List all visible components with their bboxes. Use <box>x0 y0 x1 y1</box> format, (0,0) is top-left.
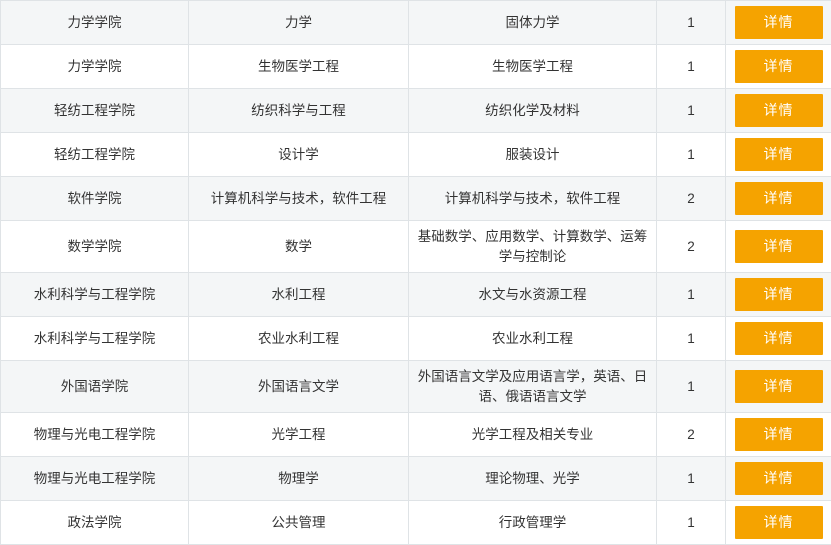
cell-college: 力学学院 <box>1 1 189 45</box>
cell-discipline: 生物医学工程 <box>189 45 409 89</box>
cell-action: 详情 <box>726 361 831 413</box>
cell-college: 水利科学与工程学院 <box>1 317 189 361</box>
cell-discipline: 光学工程 <box>189 413 409 457</box>
detail-button[interactable]: 详情 <box>735 370 823 403</box>
cell-college: 物理与光电工程学院 <box>1 413 189 457</box>
cell-major: 行政管理学 <box>409 501 657 545</box>
cell-count: 1 <box>657 273 726 317</box>
cell-count: 1 <box>657 45 726 89</box>
detail-button[interactable]: 详情 <box>735 6 823 39</box>
cell-major: 固体力学 <box>409 1 657 45</box>
cell-major: 光学工程及相关专业 <box>409 413 657 457</box>
table-row: 物理与光电工程学院物理学理论物理、光学1 详情 <box>1 457 831 501</box>
cell-discipline: 计算机科学与技术，软件工程 <box>189 177 409 221</box>
cell-major: 服装设计 <box>409 133 657 177</box>
detail-button[interactable]: 详情 <box>735 50 823 83</box>
cell-count: 1 <box>657 89 726 133</box>
cell-discipline: 公共管理 <box>189 501 409 545</box>
cell-discipline: 外国语言文学 <box>189 361 409 413</box>
cell-major: 纺织化学及材料 <box>409 89 657 133</box>
detail-button[interactable]: 详情 <box>735 322 823 355</box>
cell-action: 详情 <box>726 413 831 457</box>
cell-discipline: 水利工程 <box>189 273 409 317</box>
cell-action: 详情 <box>726 177 831 221</box>
cell-major: 理论物理、光学 <box>409 457 657 501</box>
detail-button[interactable]: 详情 <box>735 182 823 215</box>
cell-count: 2 <box>657 177 726 221</box>
table-row: 水利科学与工程学院农业水利工程农业水利工程1详情 <box>1 317 831 361</box>
detail-button[interactable]: 详情 <box>735 418 823 451</box>
cell-count: 2 <box>657 221 726 273</box>
detail-button[interactable]: 详情 <box>735 230 823 263</box>
cell-major: 基础数学、应用数学、计算数学、运筹学与控制论 <box>409 221 657 273</box>
cell-major: 外国语言文学及应用语言学，英语、日语、俄语语言文学 <box>409 361 657 413</box>
cell-college: 软件学院 <box>1 177 189 221</box>
table-row: 力学学院生物医学工程生物医学工程1详情 <box>1 45 831 89</box>
table-row: 政法学院公共管理行政管理学1 详情 <box>1 501 831 545</box>
table-row: 数学学院数学基础数学、应用数学、计算数学、运筹学与控制论2 详情 <box>1 221 831 273</box>
cell-major: 生物医学工程 <box>409 45 657 89</box>
cell-discipline: 纺织科学与工程 <box>189 89 409 133</box>
cell-college: 水利科学与工程学院 <box>1 273 189 317</box>
cell-action: 详情 <box>726 133 831 177</box>
cell-college: 政法学院 <box>1 501 189 545</box>
cell-discipline: 农业水利工程 <box>189 317 409 361</box>
table-row: 物理与光电工程学院光学工程光学工程及相关专业2 详情 <box>1 413 831 457</box>
cell-college: 外国语学院 <box>1 361 189 413</box>
detail-button[interactable]: 详情 <box>735 462 823 495</box>
cell-discipline: 力学 <box>189 1 409 45</box>
cell-major: 计算机科学与技术，软件工程 <box>409 177 657 221</box>
detail-button[interactable]: 详情 <box>735 278 823 311</box>
cell-action: 详情 <box>726 45 831 89</box>
cell-college: 轻纺工程学院 <box>1 133 189 177</box>
cell-count: 1 <box>657 361 726 413</box>
cell-count: 1 <box>657 457 726 501</box>
cell-action: 详情 <box>726 89 831 133</box>
cell-discipline: 数学 <box>189 221 409 273</box>
cell-action: 详情 <box>726 457 831 501</box>
cell-action: 详情 <box>726 1 831 45</box>
table-row: 外国语学院外国语言文学外国语言文学及应用语言学，英语、日语、俄语语言文学1 详情 <box>1 361 831 413</box>
cell-action: 详情 <box>726 317 831 361</box>
cell-count: 1 <box>657 133 726 177</box>
cell-count: 1 <box>657 1 726 45</box>
majors-table: 力学学院力学固体力学1详情力学学院生物医学工程生物医学工程1详情轻纺工程学院纺织… <box>0 0 831 545</box>
detail-button[interactable]: 详情 <box>735 94 823 127</box>
detail-button[interactable]: 详情 <box>735 138 823 171</box>
cell-action: 详情 <box>726 501 831 545</box>
cell-count: 1 <box>657 317 726 361</box>
cell-major: 水文与水资源工程 <box>409 273 657 317</box>
cell-college: 数学学院 <box>1 221 189 273</box>
cell-discipline: 设计学 <box>189 133 409 177</box>
detail-button[interactable]: 详情 <box>735 506 823 539</box>
cell-college: 物理与光电工程学院 <box>1 457 189 501</box>
cell-major: 农业水利工程 <box>409 317 657 361</box>
cell-college: 力学学院 <box>1 45 189 89</box>
table-row: 轻纺工程学院纺织科学与工程纺织化学及材料1 详情 <box>1 89 831 133</box>
table-row: 水利科学与工程学院水利工程水文与水资源工程1 详情 <box>1 273 831 317</box>
cell-college: 轻纺工程学院 <box>1 89 189 133</box>
table-body: 力学学院力学固体力学1详情力学学院生物医学工程生物医学工程1详情轻纺工程学院纺织… <box>1 1 831 545</box>
table-row: 软件学院计算机科学与技术，软件工程计算机科学与技术，软件工程2详情 <box>1 177 831 221</box>
cell-count: 2 <box>657 413 726 457</box>
cell-discipline: 物理学 <box>189 457 409 501</box>
table-row: 力学学院力学固体力学1 详情 <box>1 1 831 45</box>
table-row: 轻纺工程学院设计学服装设计1 详情 <box>1 133 831 177</box>
cell-count: 1 <box>657 501 726 545</box>
cell-action: 详情 <box>726 221 831 273</box>
cell-action: 详情 <box>726 273 831 317</box>
